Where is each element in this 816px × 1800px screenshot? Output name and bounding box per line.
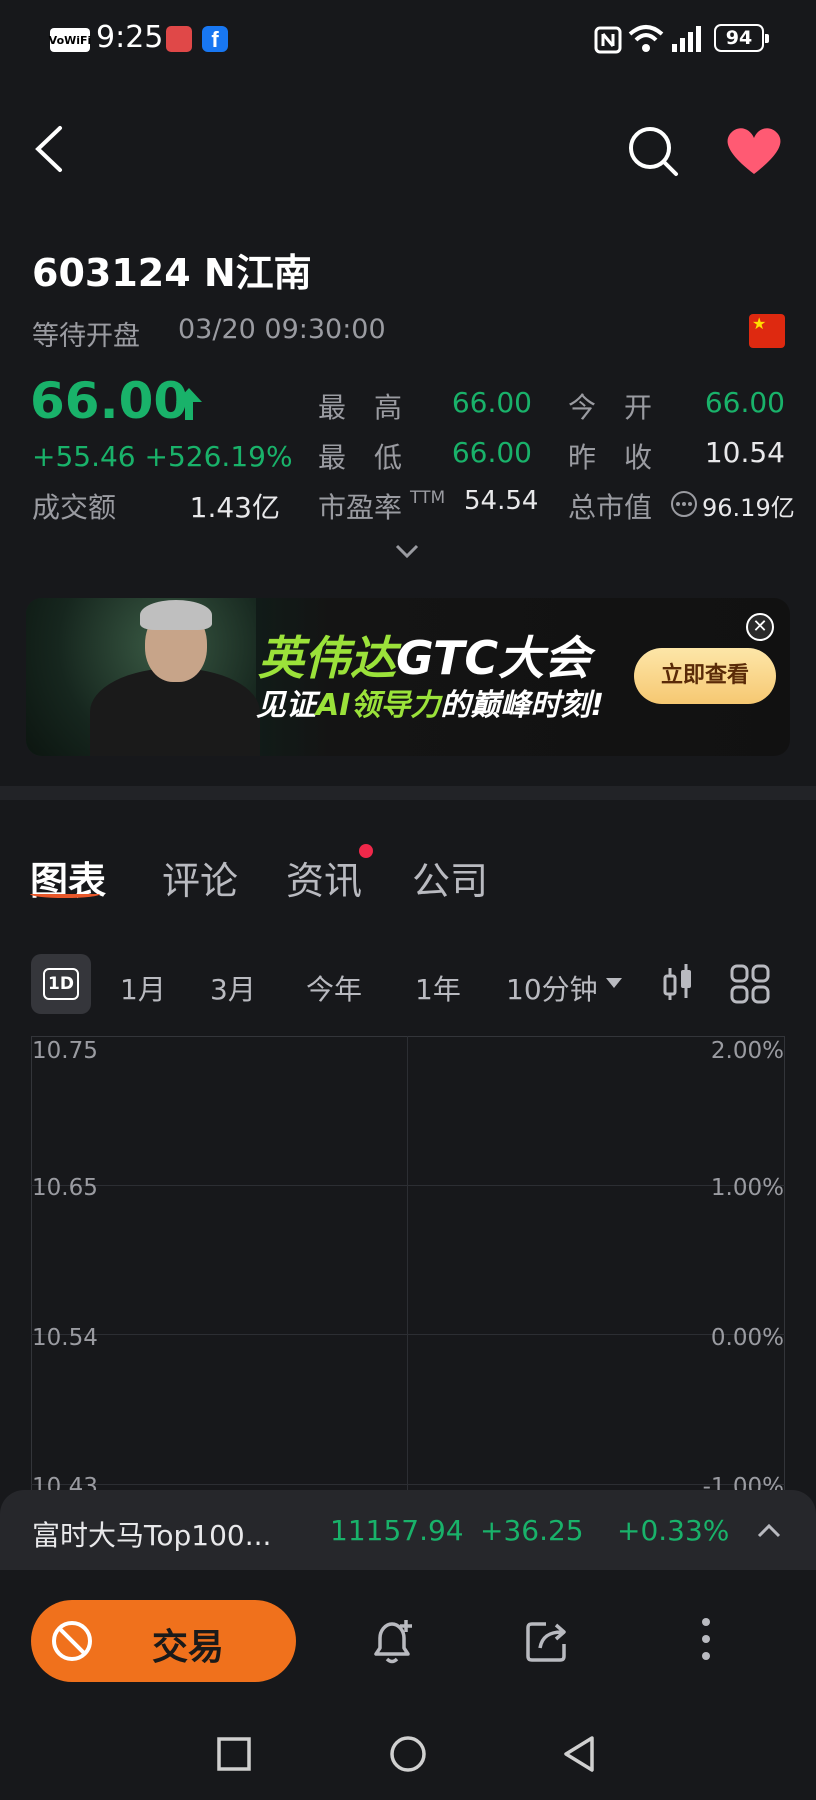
open-value: 66.00	[704, 386, 785, 419]
high-label: 最 高	[318, 391, 403, 424]
banner-sub-a: 见证	[256, 688, 316, 723]
period-interval-dropdown[interactable]: 10分钟	[506, 968, 598, 1008]
index-value: 11157.94	[330, 1514, 464, 1547]
home-icon[interactable]	[388, 1734, 428, 1774]
turnover-label: 成交额	[32, 491, 117, 524]
share-icon[interactable]	[524, 1616, 572, 1664]
y-left-tick: 10.75	[32, 1038, 98, 1064]
search-icon[interactable]	[626, 124, 680, 178]
market-cap-label: 总市值	[568, 491, 653, 524]
favorite-heart-icon[interactable]	[724, 124, 784, 178]
banner-person-hair	[140, 600, 212, 630]
app-notification-icon	[166, 26, 192, 52]
news-badge-dot	[359, 844, 373, 858]
open-label: 今 开	[568, 391, 653, 424]
low-value: 66.00	[451, 436, 532, 469]
price-chart[interactable]	[31, 1036, 785, 1496]
expand-up-chevron-icon[interactable]	[756, 1522, 782, 1540]
market-cap-value: 96.19亿	[702, 494, 795, 522]
battery-icon: 94	[714, 24, 769, 52]
tab-comments[interactable]: 评论	[162, 850, 238, 905]
tab-company[interactable]: 公司	[412, 850, 488, 905]
index-change: +36.25	[480, 1514, 584, 1547]
period-1m[interactable]: 1月	[120, 968, 166, 1008]
banner-sub-b: AI领导力	[316, 688, 441, 723]
more-info-icon[interactable]	[670, 490, 698, 518]
banner-view-button[interactable]: 立即查看	[634, 648, 776, 704]
grid-layout-icon[interactable]	[730, 964, 770, 1004]
period-1y[interactable]: 1年	[415, 968, 461, 1008]
china-flag-icon: ★	[749, 314, 785, 348]
pe-label: 市盈率	[318, 491, 403, 524]
dropdown-caret-icon	[606, 978, 622, 988]
wifi-icon	[628, 25, 664, 52]
tab-news[interactable]: 资讯	[286, 850, 362, 905]
turnover-value: 1.43亿	[189, 491, 280, 524]
nfc-icon	[594, 26, 622, 54]
y-left-tick: 10.65	[32, 1175, 98, 1201]
price-change: +55.46 +526.19%	[32, 440, 293, 473]
up-arrow-icon	[176, 388, 202, 420]
period-3m[interactable]: 3月	[210, 968, 256, 1008]
period-ytd[interactable]: 今年	[306, 968, 362, 1008]
pe-ttm-sup: TTM	[410, 488, 446, 508]
index-change-pct: +0.33%	[617, 1514, 730, 1547]
candlestick-icon[interactable]	[662, 964, 694, 1004]
recent-apps-icon[interactable]	[216, 1736, 252, 1772]
y-right-tick: 1.00%	[710, 1175, 784, 1201]
market-status: 等待开盘	[32, 321, 140, 352]
alert-bell-icon[interactable]	[368, 1616, 418, 1668]
signal-icon	[672, 26, 701, 52]
more-menu-icon[interactable]	[696, 1614, 716, 1664]
low-label: 最 低	[318, 441, 403, 474]
prev-close-label: 昨 收	[568, 441, 653, 474]
vowifi-icon: VoWiFi	[49, 28, 91, 52]
banner-title-b: GTC大会	[396, 631, 591, 685]
current-price: 66.00	[30, 372, 189, 430]
banner-title-a: 英伟达	[258, 631, 396, 685]
pe-value: 54.54	[464, 486, 539, 516]
market-datetime: 03/20 09:30:00	[178, 314, 386, 345]
banner-title: 英伟达GTC大会	[258, 622, 590, 688]
expand-chevron-icon[interactable]	[394, 542, 420, 560]
y-left-tick: 10.54	[32, 1325, 98, 1351]
banner-sub-c: 的巅峰时刻!	[440, 688, 605, 723]
prev-close-value: 10.54	[704, 436, 785, 469]
back-icon[interactable]	[30, 124, 70, 174]
banner-close-icon[interactable]: ✕	[746, 613, 774, 641]
section-separator	[0, 786, 816, 800]
no-trade-icon	[52, 1621, 92, 1661]
gridline-vertical	[407, 1036, 408, 1496]
period-1d-label: 1D	[43, 968, 79, 1000]
stock-title: 603124 N江南	[32, 251, 312, 295]
trade-button-label: 交易	[152, 1627, 225, 1668]
status-time: 9:25	[96, 20, 164, 55]
y-right-tick: 2.00%	[710, 1038, 784, 1064]
tab-active-indicator	[30, 890, 100, 898]
index-name: 富时大马Top100...	[32, 1519, 272, 1552]
high-value: 66.00	[451, 386, 532, 419]
nav-back-icon[interactable]	[560, 1734, 600, 1774]
banner-subtitle: 见证AI领导力的巅峰时刻!	[256, 680, 604, 724]
facebook-icon: f	[202, 26, 228, 52]
y-right-tick: 0.00%	[710, 1325, 784, 1351]
